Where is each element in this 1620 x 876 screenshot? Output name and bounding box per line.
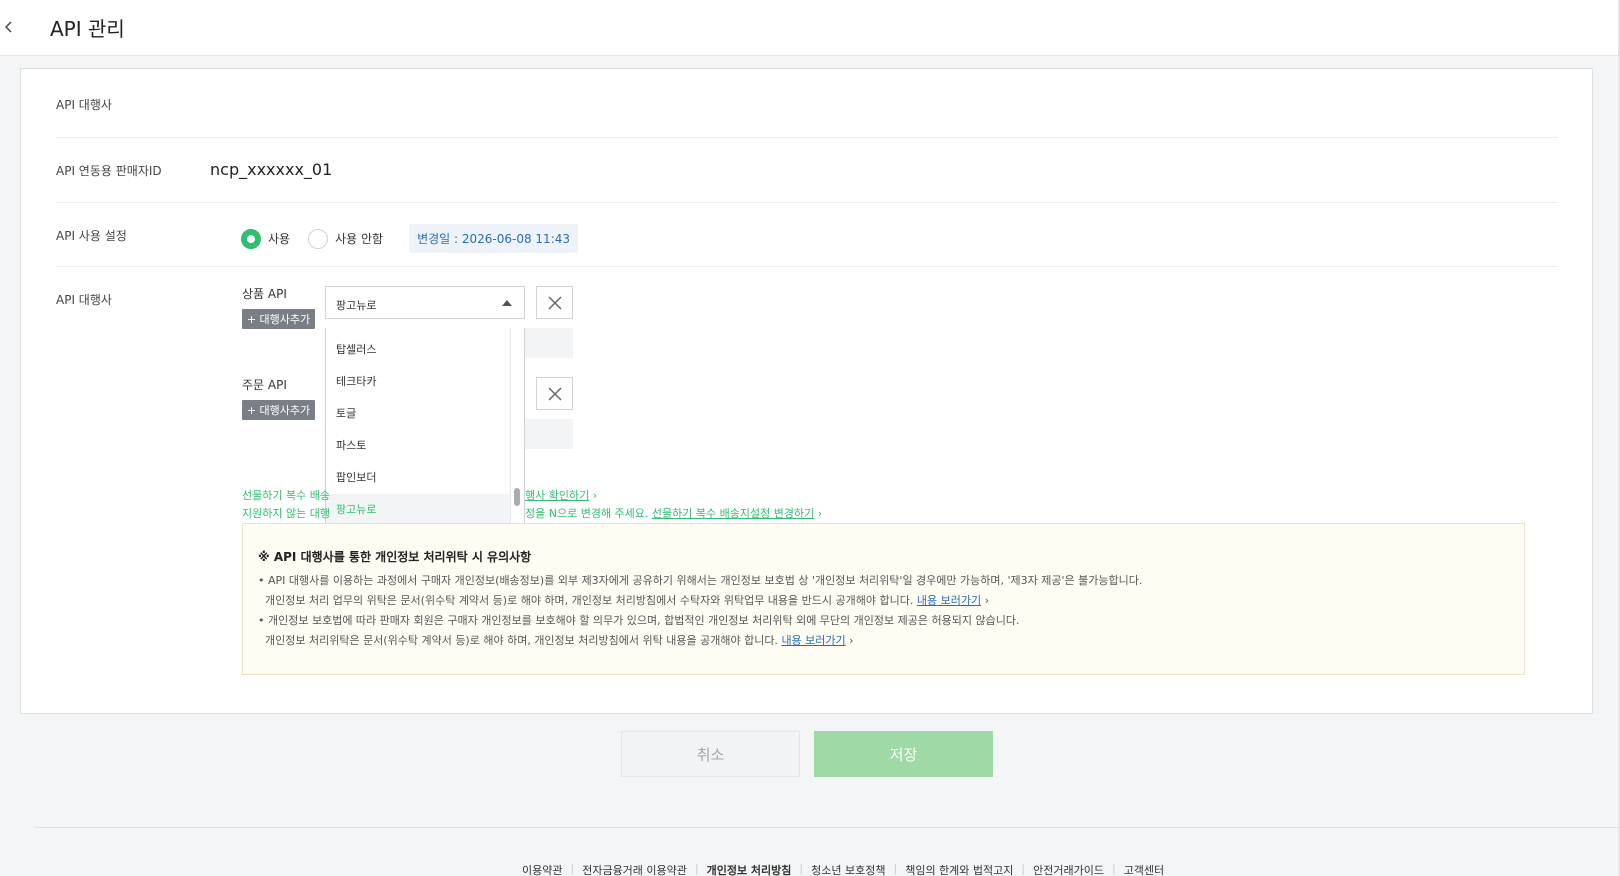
dropdown-option[interactable]: 테크타카	[326, 366, 512, 398]
product-select-value: 팡고뉴로	[336, 299, 377, 312]
top-bar: API 관리	[0, 0, 1620, 56]
close-icon	[547, 386, 562, 401]
scrollbar-thumb[interactable]	[514, 488, 520, 506]
row-agency-header: API 대행사	[56, 69, 1558, 138]
usage-radio-group: 사용 사용 안함 변경일 : 2026-06-08 11:43	[241, 224, 579, 253]
footer-link-terms[interactable]: 이용약관	[522, 862, 562, 876]
cancel-button[interactable]: 취소	[621, 731, 800, 777]
product-api-label: 상품 API	[242, 287, 287, 301]
order-api-label: 주문 API	[242, 378, 287, 392]
page-title: API 관리	[50, 17, 125, 41]
product-add-agency-button[interactable]: + 대행사추가	[242, 309, 315, 329]
usage-label: API 사용 설정	[56, 229, 127, 243]
dropdown-option[interactable]: 팝인보더	[326, 462, 512, 494]
dropdown-option[interactable]: 토글	[326, 398, 512, 430]
notice-paragraph: 개인정보 처리위탁은 문서(위수탁 계약서 등)로 해야 하며, 개인정보 처리…	[265, 634, 854, 647]
note2-text: 지원하지 않는 대행	[242, 507, 330, 520]
order-extra-field	[525, 419, 573, 449]
note1-link[interactable]: 행사 확인하기	[525, 489, 589, 502]
product-extra-field	[525, 328, 573, 358]
dropdown-option[interactable]: 파스토	[326, 430, 512, 462]
note2-link[interactable]: 선물하기 복수 배송지설정 변경하기	[652, 507, 814, 520]
notice-paragraph: 개인정보 처리 업무의 위탁은 문서(위수탁 계약서 등)로 해야 하며, 개인…	[265, 594, 989, 607]
product-remove-button[interactable]	[536, 286, 573, 319]
footer-divider	[35, 827, 1620, 828]
note1-text: 선물하기 복수 배송	[242, 489, 330, 502]
seller-id-label: API 연동용 판매자ID	[56, 164, 162, 178]
radio-unchecked-icon	[308, 228, 329, 249]
notice-link-1[interactable]: 내용 보러가기	[917, 594, 981, 607]
seller-id-value: ncp_xxxxxx_01	[210, 160, 333, 179]
radio-not-use-label: 사용 안함	[335, 232, 384, 246]
footer-link-privacy[interactable]: 개인정보 처리방침	[707, 862, 792, 876]
radio-checked-icon	[241, 228, 261, 249]
product-agency-select[interactable]: 팡고뉴로	[325, 286, 525, 319]
radio-use[interactable]: 사용	[241, 228, 291, 249]
order-add-agency-button[interactable]: + 대행사추가	[242, 400, 315, 420]
changed-date-badge: 변경일 : 2026-06-08 11:43	[409, 224, 579, 253]
footer-links: 이용약관 | 전자금융거래 이용약관 | 개인정보 처리방침 | 청소년 보호정책 | …	[522, 862, 1165, 876]
agency-header-label: API 대행사	[56, 98, 112, 112]
agency-label: API 대행사	[56, 293, 112, 307]
dropdown-option[interactable]: 탑셀러스	[326, 334, 512, 366]
footer-link-legal[interactable]: 책임의 한계와 법적고지	[905, 862, 1013, 876]
notice-paragraph: • API 대행사를 이용하는 과정에서 구매자 개인정보(배송정보)를 외부 …	[258, 574, 1143, 587]
footer-link-support[interactable]: 고객센터	[1124, 862, 1164, 876]
footer-link-youth[interactable]: 청소년 보호정책	[811, 862, 885, 876]
privacy-notice-box: ※ API 대행사를 통한 개인정보 처리위탁 시 유의사항 • API 대행사…	[242, 523, 1525, 675]
radio-not-use[interactable]: 사용 안함	[308, 228, 384, 249]
dropdown-scrollbar[interactable]	[510, 328, 524, 527]
footer-link-safety[interactable]: 안전거래가이드	[1033, 862, 1104, 876]
notice-paragraph: • 개인정보 보호법에 따라 판매자 회원은 구매자 개인정보를 보호해야 할 …	[258, 614, 1020, 627]
close-icon	[547, 295, 562, 310]
save-button[interactable]: 저장	[814, 731, 993, 777]
product-agency-dropdown-list[interactable]: 탑셀러스 테크타카 토글 파스토 팝인보더 팡고뉴로	[325, 328, 525, 528]
caret-up-icon	[502, 300, 512, 306]
settings-card: API 대행사 API 연동용 판매자ID ncp_xxxxxx_01 API …	[20, 68, 1593, 714]
agency-notes: 선물하기 복수 배송 행사 확인하기 › 지원하지 않는 대행 정을 N으로 변…	[242, 489, 823, 520]
dropdown-option-selected[interactable]: 팡고뉴로	[326, 494, 512, 526]
notice-link-2[interactable]: 내용 보러가기	[781, 634, 845, 647]
footer-link-efinance[interactable]: 전자금융거래 이용약관	[582, 862, 687, 876]
chevron-left-icon[interactable]	[0, 8, 18, 46]
order-remove-button[interactable]	[536, 377, 573, 410]
note2-mid: 정을 N으로 변경해 주세요.	[525, 507, 649, 520]
notice-title: ※ API 대행사를 통한 개인정보 처리위탁 시 유의사항	[258, 550, 532, 564]
radio-use-label: 사용	[268, 232, 291, 246]
